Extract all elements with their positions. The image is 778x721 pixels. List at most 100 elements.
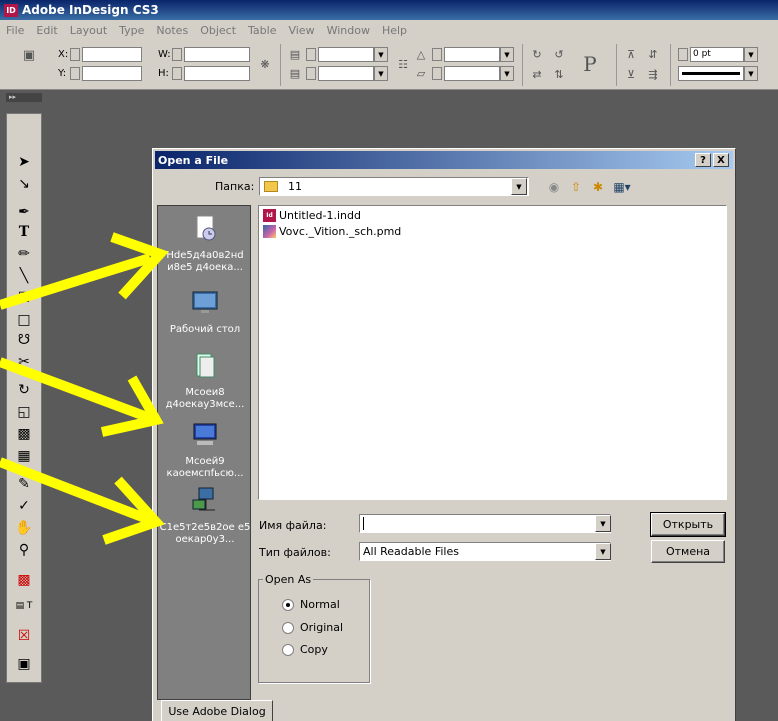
hand-tool-icon[interactable]: ✋ [11,518,37,538]
stroke-type-field[interactable] [678,66,744,81]
radio-copy-dot[interactable] [282,643,294,656]
scale-y-spinner[interactable] [306,67,316,80]
file-type-dropdown-button[interactable]: ▼ [595,543,611,560]
note-tool-icon[interactable]: ✎ [11,474,37,494]
x-field[interactable] [82,47,142,62]
w-spinner[interactable] [172,48,182,61]
menu-notes[interactable]: Notes [150,24,194,37]
x-spinner[interactable] [70,48,80,61]
menu-table[interactable]: Table [242,24,282,37]
help-button[interactable]: ? [695,153,711,167]
menu-view[interactable]: View [282,24,320,37]
rectangle-frame-tool-icon[interactable]: ☒ [11,288,37,308]
flip-vertical-icon[interactable]: ⇅ [552,67,566,81]
formatting-affects-icon[interactable]: ▤ T [11,596,37,616]
file-name-input[interactable] [359,514,611,533]
file-name-dropdown-button[interactable]: ▼ [595,515,611,532]
zoom-tool-icon[interactable]: ⚲ [11,540,37,560]
button-tool-icon[interactable]: ☋ [11,330,37,350]
place-desktop[interactable]: Рабочий стол [158,288,252,336]
apply-none-icon[interactable]: ☒ [11,626,37,646]
y-spinner[interactable] [70,67,80,80]
menu-layout[interactable]: Layout [64,24,113,37]
constrain-scale-icon[interactable]: ☷ [396,57,410,71]
y-field[interactable] [82,66,142,81]
fill-stroke-swatch-icon[interactable]: ▩ [11,570,37,590]
scale-y-field[interactable] [318,66,374,81]
new-folder-icon[interactable]: ✱ [589,179,607,195]
menu-window[interactable]: Window [321,24,376,37]
stroke-weight-dropdown[interactable]: ▼ [744,47,758,62]
flip-horizontal-icon[interactable]: ⇄ [530,67,544,81]
file-type-select[interactable]: All Readable Files [359,542,611,561]
type-tool-icon[interactable]: T [11,222,37,242]
reference-point-icon[interactable]: ▣ [22,48,36,63]
scissors-tool-icon[interactable]: ✂ [11,352,37,372]
cancel-button[interactable]: Отмена [651,540,725,563]
menu-type[interactable]: Type [113,24,150,37]
gradient-feather-tool-icon[interactable]: ▦ [11,446,37,466]
place-recent[interactable]: Hde5д4a0в2нd и8e5 д4oeка... [158,214,252,274]
place-network[interactable]: C1e5т2e5в2oe e5 oeкар0у3... [158,486,252,546]
place-my-documents[interactable]: Mcoeи8 д4oeкау3мce... [158,351,252,411]
stroke-weight-spinner[interactable] [678,48,688,61]
direct-selection-tool-icon[interactable]: ↘ [11,174,37,194]
shear-dropdown[interactable]: ▼ [500,66,514,81]
view-mode-icon[interactable]: ▣ [11,654,37,674]
rotate-tool-icon[interactable]: ↻ [11,380,37,400]
close-button[interactable]: X [713,153,729,167]
pencil-tool-icon[interactable]: ✏ [11,244,37,264]
w-field[interactable] [184,47,250,62]
radio-normal-dot[interactable] [282,598,294,611]
gradient-tool-icon[interactable]: ▩ [11,424,37,444]
menu-object[interactable]: Object [194,24,242,37]
rotate-ccw-icon[interactable]: ↺ [552,47,566,61]
scale-x-spinner[interactable] [306,48,316,61]
file-list[interactable]: Id Untitled-1.indd Vovc._Vition._sch.pmd [258,205,727,500]
menu-help[interactable]: Help [376,24,413,37]
open-button[interactable]: Открыть [650,512,726,537]
radio-normal[interactable]: Normal [282,598,340,611]
place-my-computer[interactable]: Mcoeй9 каoeмcпfьcю... [158,420,252,480]
scale-tool-icon[interactable]: ◱ [11,402,37,422]
constrain-proportions-icon[interactable]: ❋ [258,57,272,71]
up-folder-icon[interactable]: ⇧ [567,179,585,195]
look-in-dropdown-button[interactable]: ▼ [511,178,527,195]
view-menu-icon[interactable]: ▦▾ [613,179,631,195]
look-in-combo[interactable]: 11 [259,177,529,196]
tools-panel-header[interactable]: ▸▸ [6,93,42,102]
rectangle-tool-icon[interactable]: □ [11,310,37,330]
radio-copy[interactable]: Copy [282,643,328,656]
menu-edit[interactable]: Edit [30,24,63,37]
line-tool-icon[interactable]: ╲ [11,266,37,286]
shear-spinner[interactable] [432,67,442,80]
select-previous-icon[interactable]: ⇶ [646,67,660,81]
rotate-field[interactable] [444,47,500,62]
rotate-spinner[interactable] [432,48,442,61]
stroke-weight-field[interactable]: 0 pt [690,47,744,62]
rotate-cw-icon[interactable]: ↻ [530,47,544,61]
control-separator [522,44,523,86]
pen-tool-icon[interactable]: ✒ [11,202,37,222]
select-next-icon[interactable]: ⇵ [646,47,660,61]
scale-y-dropdown[interactable]: ▼ [374,66,388,81]
h-spinner[interactable] [172,67,182,80]
h-field[interactable] [184,66,250,81]
radio-original[interactable]: Original [282,621,343,634]
select-container-icon[interactable]: ⊼ [624,47,638,61]
use-adobe-dialog-button[interactable]: Use Adobe Dialog [161,700,273,721]
scale-x-dropdown[interactable]: ▼ [374,47,388,62]
radio-original-dot[interactable] [282,621,294,634]
eyedropper-tool-icon[interactable]: ✓ [11,496,37,516]
menu-file[interactable]: File [0,24,30,37]
shear-field[interactable] [444,66,500,81]
selection-tool-icon[interactable]: ➤ [11,152,37,172]
stroke-type-dropdown[interactable]: ▼ [744,66,758,81]
file-item[interactable]: Id Untitled-1.indd [263,208,361,223]
back-icon[interactable]: ◉ [545,179,563,195]
file-item[interactable]: Vovc._Vition._sch.pmd [263,224,401,239]
scale-x-field[interactable] [318,47,374,62]
paragraph-reference-icon: P [583,52,597,76]
rotate-dropdown[interactable]: ▼ [500,47,514,62]
select-content-icon[interactable]: ⊻ [624,67,638,81]
